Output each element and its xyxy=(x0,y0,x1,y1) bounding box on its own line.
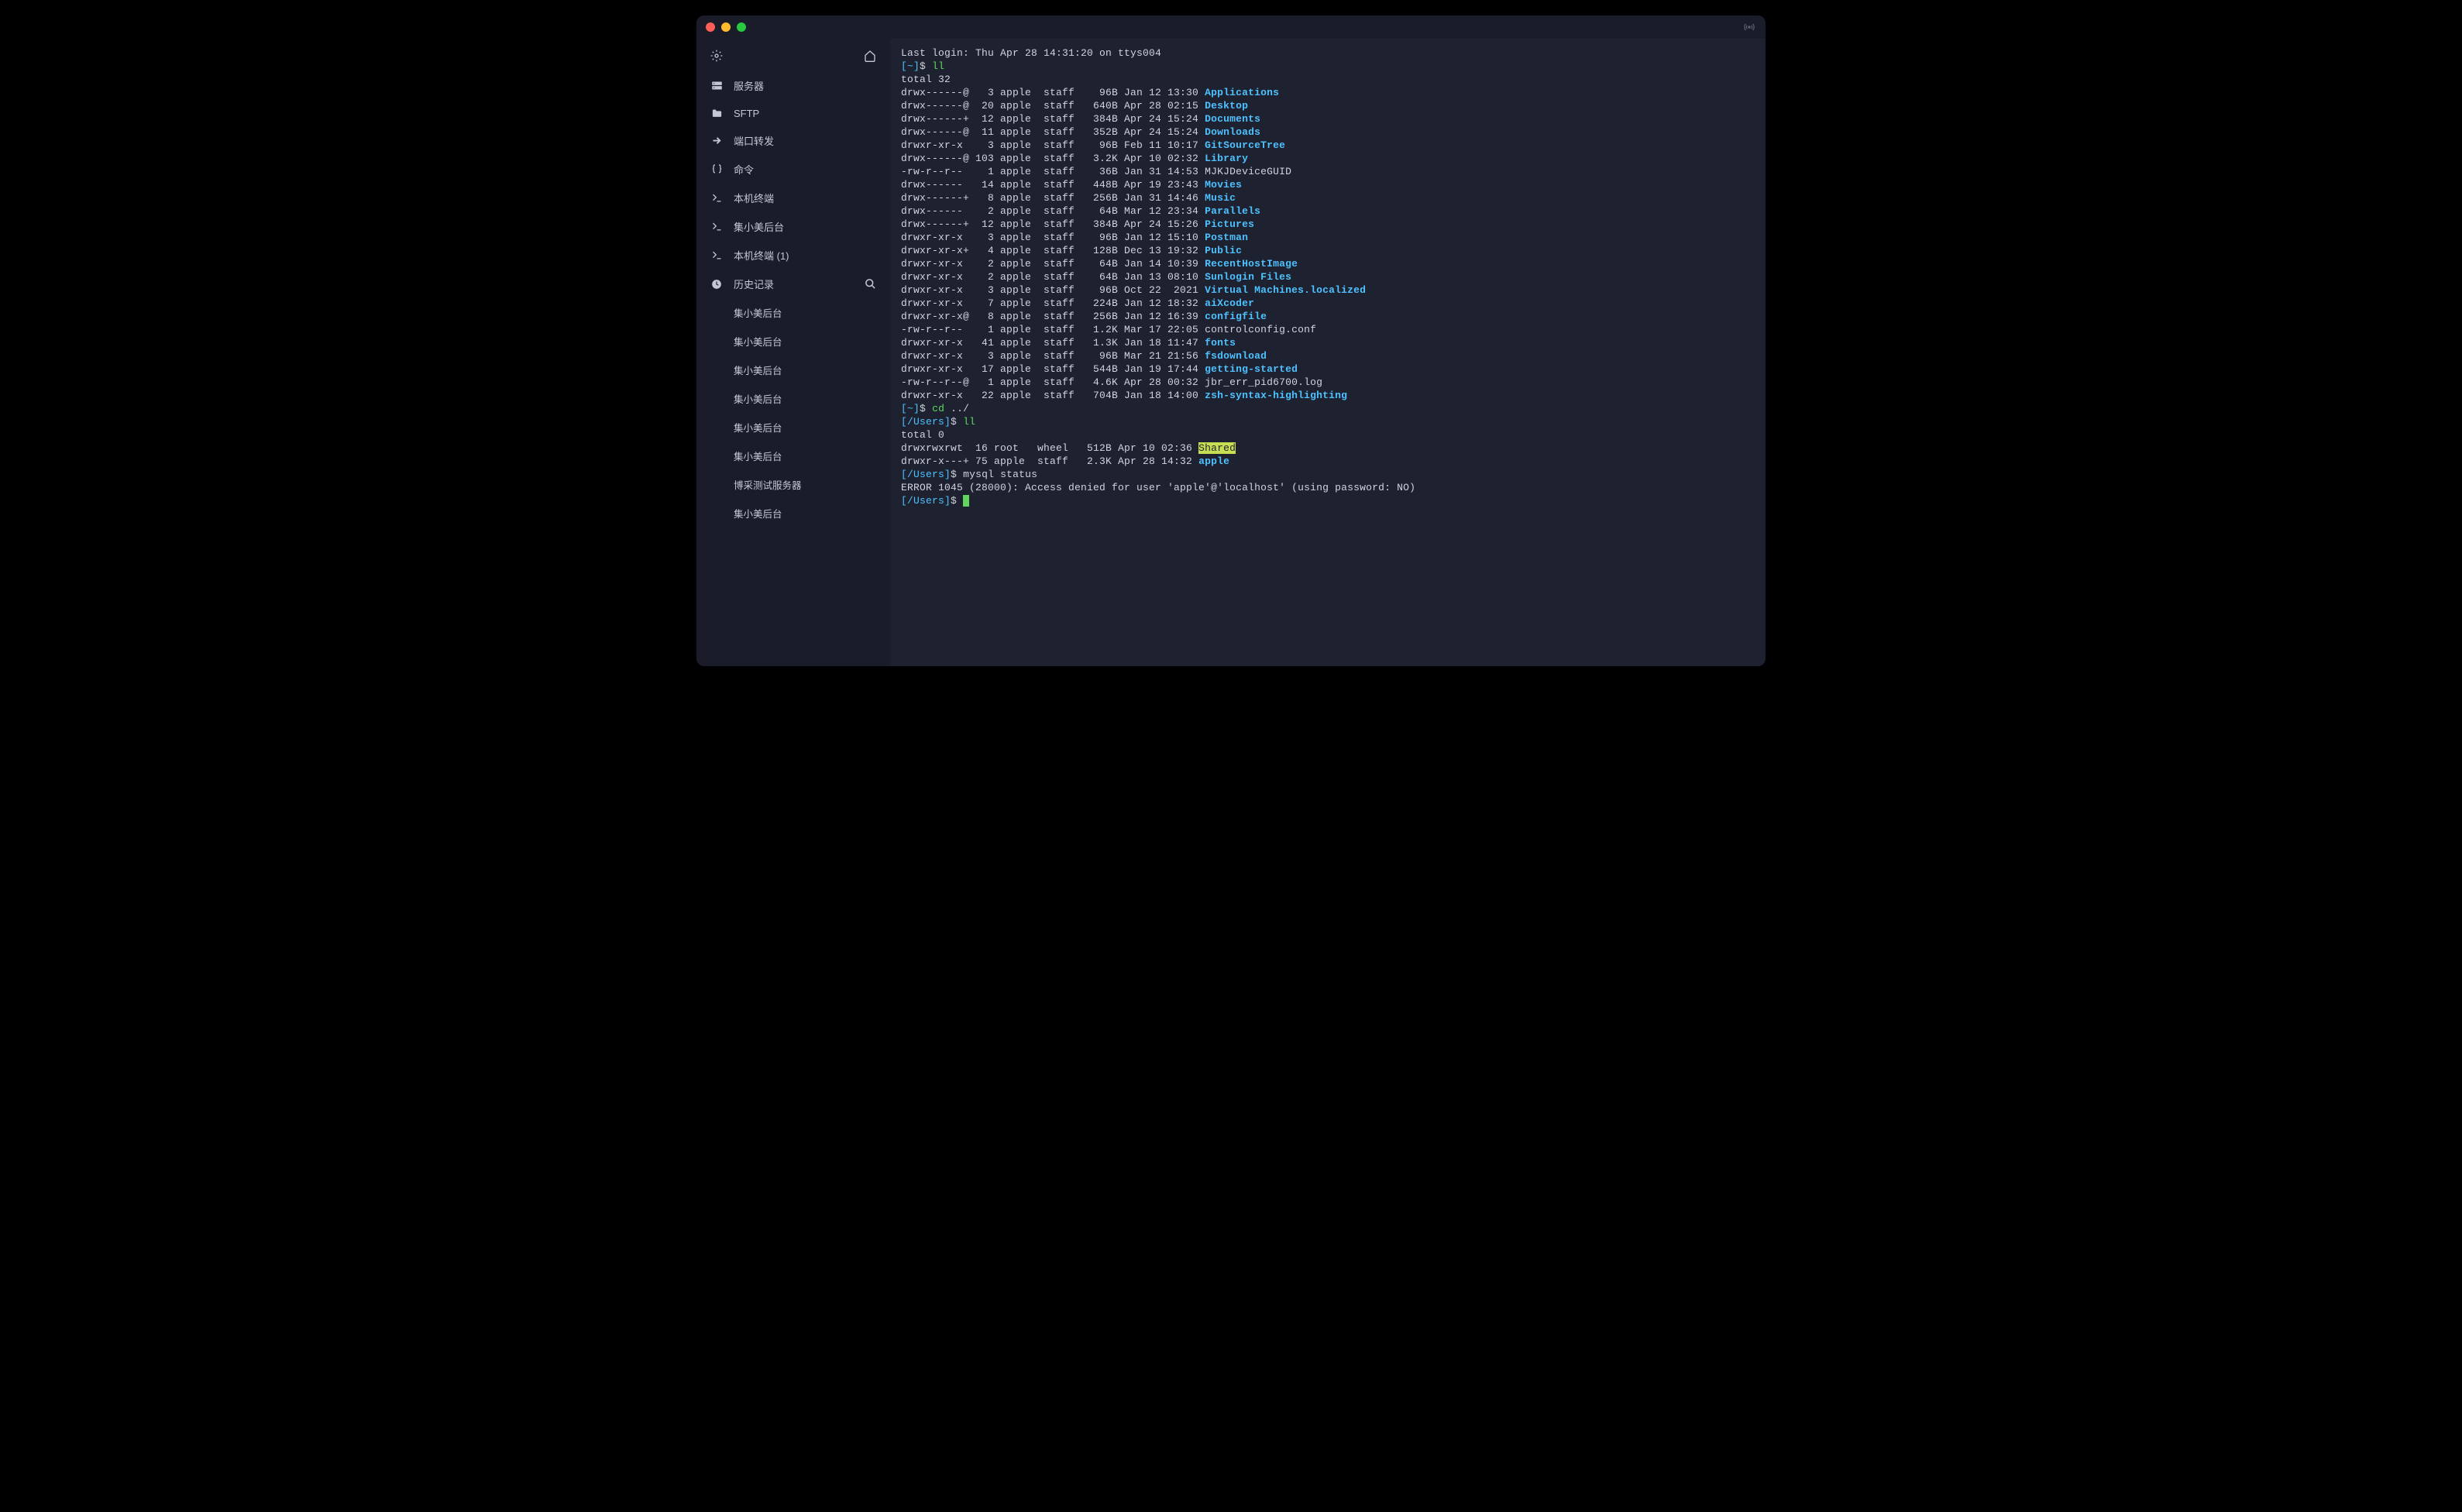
history-item-3[interactable]: 集小美后台 xyxy=(696,384,890,413)
history-item-0[interactable]: 集小美后台 xyxy=(696,298,890,327)
history-item-1[interactable]: 集小美后台 xyxy=(696,327,890,356)
sidebar: 服务器SFTP端口转发命令本机终端集小美后台本机终端 (1) 历史记录 集小美后… xyxy=(696,39,890,666)
sidebar-item-label: 端口转发 xyxy=(734,133,774,148)
braces-icon xyxy=(710,163,723,176)
terminal-pane[interactable]: Last login: Thu Apr 28 14:31:20 on ttys0… xyxy=(890,39,1766,666)
sidebar-item-5[interactable]: 集小美后台 xyxy=(696,212,890,241)
clock-icon xyxy=(710,278,723,290)
sidebar-item-label: 本机终端 (1) xyxy=(734,248,789,263)
sidebar-item-6[interactable]: 本机终端 (1) xyxy=(696,241,890,270)
sidebar-item-label: 本机终端 xyxy=(734,191,774,205)
sidebar-item-2[interactable]: 端口转发 xyxy=(696,126,890,155)
sidebar-top xyxy=(696,45,890,71)
history-item-label: 集小美后台 xyxy=(734,506,782,521)
history-label: 历史记录 xyxy=(734,277,774,291)
sidebar-item-3[interactable]: 命令 xyxy=(696,155,890,184)
history-item-label: 集小美后台 xyxy=(734,448,782,463)
content-area: 服务器SFTP端口转发命令本机终端集小美后台本机终端 (1) 历史记录 集小美后… xyxy=(696,39,1766,666)
terminal-icon xyxy=(710,192,723,204)
folder-icon xyxy=(710,107,723,119)
history-item-4[interactable]: 集小美后台 xyxy=(696,413,890,442)
search-icon[interactable] xyxy=(864,278,876,290)
sidebar-item-1[interactable]: SFTP xyxy=(696,100,890,126)
maximize-window-button[interactable] xyxy=(737,22,746,32)
history-item-label: 集小美后台 xyxy=(734,305,782,320)
sidebar-item-label: 服务器 xyxy=(734,78,764,93)
history-item-label: 集小美后台 xyxy=(734,363,782,377)
history-item-label: 集小美后台 xyxy=(734,420,782,435)
sidebar-item-4[interactable]: 本机终端 xyxy=(696,184,890,212)
terminal-icon xyxy=(710,221,723,233)
titlebar xyxy=(696,15,1766,39)
history-item-label: 集小美后台 xyxy=(734,334,782,349)
broadcast-icon[interactable] xyxy=(1744,22,1755,33)
history-item-5[interactable]: 集小美后台 xyxy=(696,442,890,470)
arrow-right-icon xyxy=(710,135,723,147)
app-window: 服务器SFTP端口转发命令本机终端集小美后台本机终端 (1) 历史记录 集小美后… xyxy=(696,15,1766,666)
history-item-6[interactable]: 博采测试服务器 xyxy=(696,470,890,499)
history-item-label: 集小美后台 xyxy=(734,391,782,406)
history-item-7[interactable]: 集小美后台 xyxy=(696,499,890,527)
history-item-label: 博采测试服务器 xyxy=(734,477,802,492)
home-icon[interactable] xyxy=(864,50,876,62)
cursor xyxy=(963,495,969,507)
sidebar-item-label: 集小美后台 xyxy=(734,219,784,234)
gear-icon[interactable] xyxy=(710,50,723,62)
history-header[interactable]: 历史记录 xyxy=(696,270,890,298)
history-item-2[interactable]: 集小美后台 xyxy=(696,356,890,384)
sidebar-item-label: 命令 xyxy=(734,162,754,177)
sidebar-item-label: SFTP xyxy=(734,108,759,119)
close-window-button[interactable] xyxy=(706,22,715,32)
history-list: 集小美后台集小美后台集小美后台集小美后台集小美后台集小美后台博采测试服务器集小美… xyxy=(696,298,890,527)
terminal-icon xyxy=(710,249,723,262)
minimize-window-button[interactable] xyxy=(721,22,731,32)
traffic-lights xyxy=(706,22,746,32)
sidebar-item-0[interactable]: 服务器 xyxy=(696,71,890,100)
server-icon xyxy=(710,80,723,92)
